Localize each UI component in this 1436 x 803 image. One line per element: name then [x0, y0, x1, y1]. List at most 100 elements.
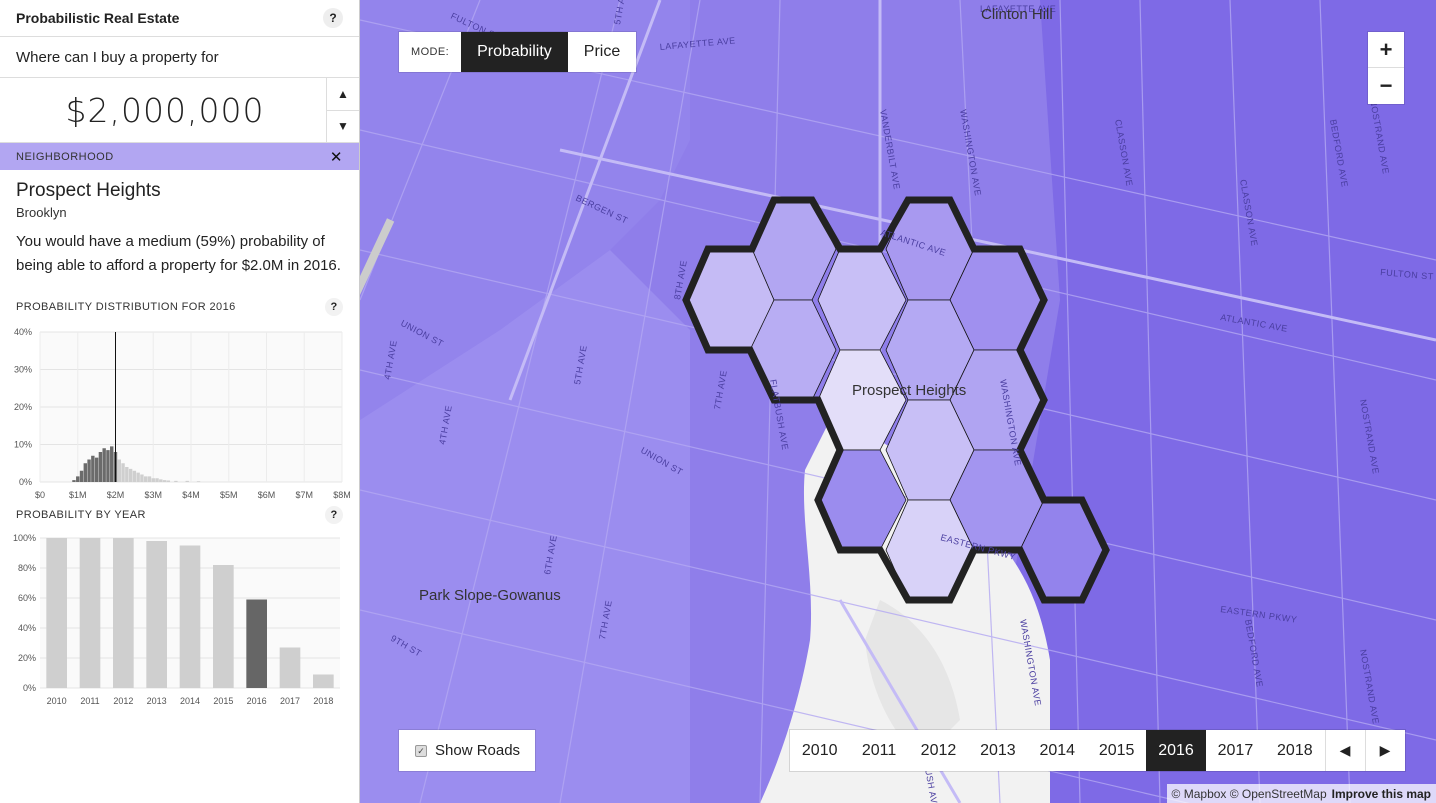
improve-map-link[interactable]: Improve this map — [1332, 787, 1431, 801]
histogram-bar — [147, 476, 152, 482]
street-label: WASHINGTON AVE — [958, 109, 983, 197]
triangle-left-icon: ◀ — [1339, 742, 1351, 758]
histogram-bar — [132, 470, 137, 482]
histogram-bar — [144, 476, 148, 482]
zoom-out-button[interactable]: − — [1368, 68, 1404, 104]
place-label-clinton-hill: Clinton Hill — [981, 6, 1053, 23]
prev-year-button[interactable]: ◀ — [1324, 730, 1365, 771]
year-2012-button[interactable]: 2012 — [909, 730, 968, 771]
histogram-bar — [117, 459, 121, 482]
x-tick-label: 2011 — [80, 696, 99, 706]
checkbox-icon[interactable]: ✓ — [415, 744, 427, 757]
x-tick-label: 2016 — [247, 696, 267, 706]
distribution-section-label: PROBABILITY DISTRIBUTION FOR 2016 — [16, 301, 236, 313]
y-tick-label: 60% — [18, 593, 36, 603]
x-tick-label: 2013 — [147, 696, 167, 706]
distribution-chart: 0% 10% 20% 30% 40% $0 $1M $2M $3M $4M $5M $6M $7M $8M — [14, 327, 351, 500]
histogram-bar — [128, 468, 133, 482]
y-tick-label: 40% — [14, 327, 32, 337]
mode-selector: MODE: Probability Price — [399, 32, 637, 72]
mode-probability-button[interactable]: Probability — [461, 32, 568, 72]
year-2016-button[interactable]: 2016 — [1146, 730, 1206, 771]
year-2010-button[interactable]: 2010 — [790, 730, 849, 771]
histogram-bar — [79, 470, 84, 482]
year-2015-button[interactable]: 2015 — [1087, 730, 1146, 771]
map[interactable]: ATLANTIC AVE ATLANTIC AVE FULTON ST FULTON … — [360, 0, 1436, 803]
year-bar — [113, 538, 134, 688]
zoom-in-button[interactable]: + — [1368, 32, 1404, 68]
year-bar — [46, 538, 67, 688]
year-bar — [79, 538, 101, 688]
sidebar: Probabilistic Real Estate ? Where can I … — [0, 0, 360, 803]
histogram-bar — [159, 479, 163, 482]
place-label-park-slope: Park Slope-Gowanus — [419, 587, 561, 604]
neighborhood-borough: Brooklyn — [16, 205, 67, 220]
histogram-bar — [106, 450, 110, 482]
histogram-bar — [110, 446, 114, 482]
histogram-bar — [76, 476, 80, 482]
x-tick-label: $0 — [35, 490, 45, 500]
y-tick-label: 80% — [18, 563, 36, 573]
distribution-help-button[interactable]: ? — [325, 298, 343, 316]
street-label: VANDERBILT AVE — [878, 109, 902, 191]
price-question: Where can I buy a property for — [0, 37, 359, 78]
x-tick-label: $7M — [295, 490, 313, 500]
x-tick-label: $6M — [258, 490, 276, 500]
by-year-header: PROBABILITY BY YEAR ? — [0, 506, 359, 524]
year-bar — [313, 674, 334, 688]
histogram-bar — [87, 459, 91, 482]
triangle-right-icon: ▶ — [1379, 742, 1391, 758]
year-bar — [179, 545, 201, 688]
price-decrease-button[interactable]: ▼ — [327, 111, 359, 143]
year-2018-button[interactable]: 2018 — [1265, 730, 1324, 771]
x-tick-label: $2M — [107, 490, 125, 500]
histogram-bar — [125, 467, 129, 482]
title-row: Probabilistic Real Estate ? — [0, 0, 359, 37]
histogram-bar — [151, 478, 155, 482]
year-2017-button[interactable]: 2017 — [1206, 730, 1265, 771]
year-bar — [213, 565, 234, 688]
mode-label: MODE: — [411, 46, 450, 58]
next-year-button[interactable]: ▶ — [1364, 730, 1405, 771]
close-icon[interactable]: ✕ — [330, 148, 343, 166]
year-bar — [279, 647, 301, 688]
by-year-chart: 0% 20% 40% 60% 80% 100% 2010 2011 2012 2013 2014 20… — [13, 533, 340, 706]
x-tick-label: $4M — [182, 490, 200, 500]
x-tick-label: 2014 — [180, 696, 200, 706]
mode-price-button[interactable]: Price — [568, 32, 636, 72]
year-selector: 2010 2011 2012 2013 2014 2015 2016 2017 … — [790, 730, 1405, 771]
year-2014-button[interactable]: 2014 — [1028, 730, 1087, 771]
year-bar — [246, 599, 267, 688]
show-roads-toggle[interactable]: ✓ Show Roads — [399, 730, 536, 771]
street-label: 7TH AVE — [712, 369, 729, 410]
y-tick-label: 100% — [13, 533, 36, 543]
by-year-help-button[interactable]: ? — [325, 506, 343, 524]
help-button[interactable]: ? — [323, 8, 343, 28]
year-bar — [146, 541, 167, 688]
attribution-text[interactable]: © Mapbox © OpenStreetMap — [1172, 787, 1327, 801]
price-stepper: ▲ ▼ — [326, 78, 359, 142]
y-tick-label: 0% — [23, 683, 36, 693]
histogram-bar — [83, 463, 87, 482]
x-tick-label: $5M — [220, 490, 238, 500]
histogram-bar — [140, 474, 144, 482]
year-2011-button[interactable]: 2011 — [849, 730, 908, 771]
neighborhood-name: Prospect Heights — [16, 180, 161, 201]
map-attribution: © Mapbox © OpenStreetMap Improve this ma… — [1166, 784, 1436, 803]
show-roads-label: Show Roads — [435, 742, 521, 759]
y-tick-label: 0% — [19, 477, 32, 487]
price-increase-button[interactable]: ▲ — [327, 78, 359, 111]
price-input[interactable]: $2,000,000 — [0, 78, 326, 142]
by-year-section-label: PROBABILITY BY YEAR — [16, 509, 146, 521]
histogram-bar — [136, 472, 140, 482]
neighborhood-description: You would have a medium (59%) probabilit… — [16, 233, 341, 274]
map-canvas: ATLANTIC AVEATLANTIC AVEFULTON STFULTON … — [360, 0, 1436, 803]
neighborhood-section-label: NEIGHBORHOOD — [16, 150, 114, 163]
x-tick-label: 2015 — [213, 696, 233, 706]
year-2013-button[interactable]: 2013 — [968, 730, 1027, 771]
x-tick-label: $8M — [333, 490, 351, 500]
x-tick-label: $3M — [144, 490, 162, 500]
histogram-bar — [196, 481, 201, 482]
histogram-bar — [155, 478, 159, 482]
price-input-row: $2,000,000 ▲ ▼ — [0, 78, 359, 143]
